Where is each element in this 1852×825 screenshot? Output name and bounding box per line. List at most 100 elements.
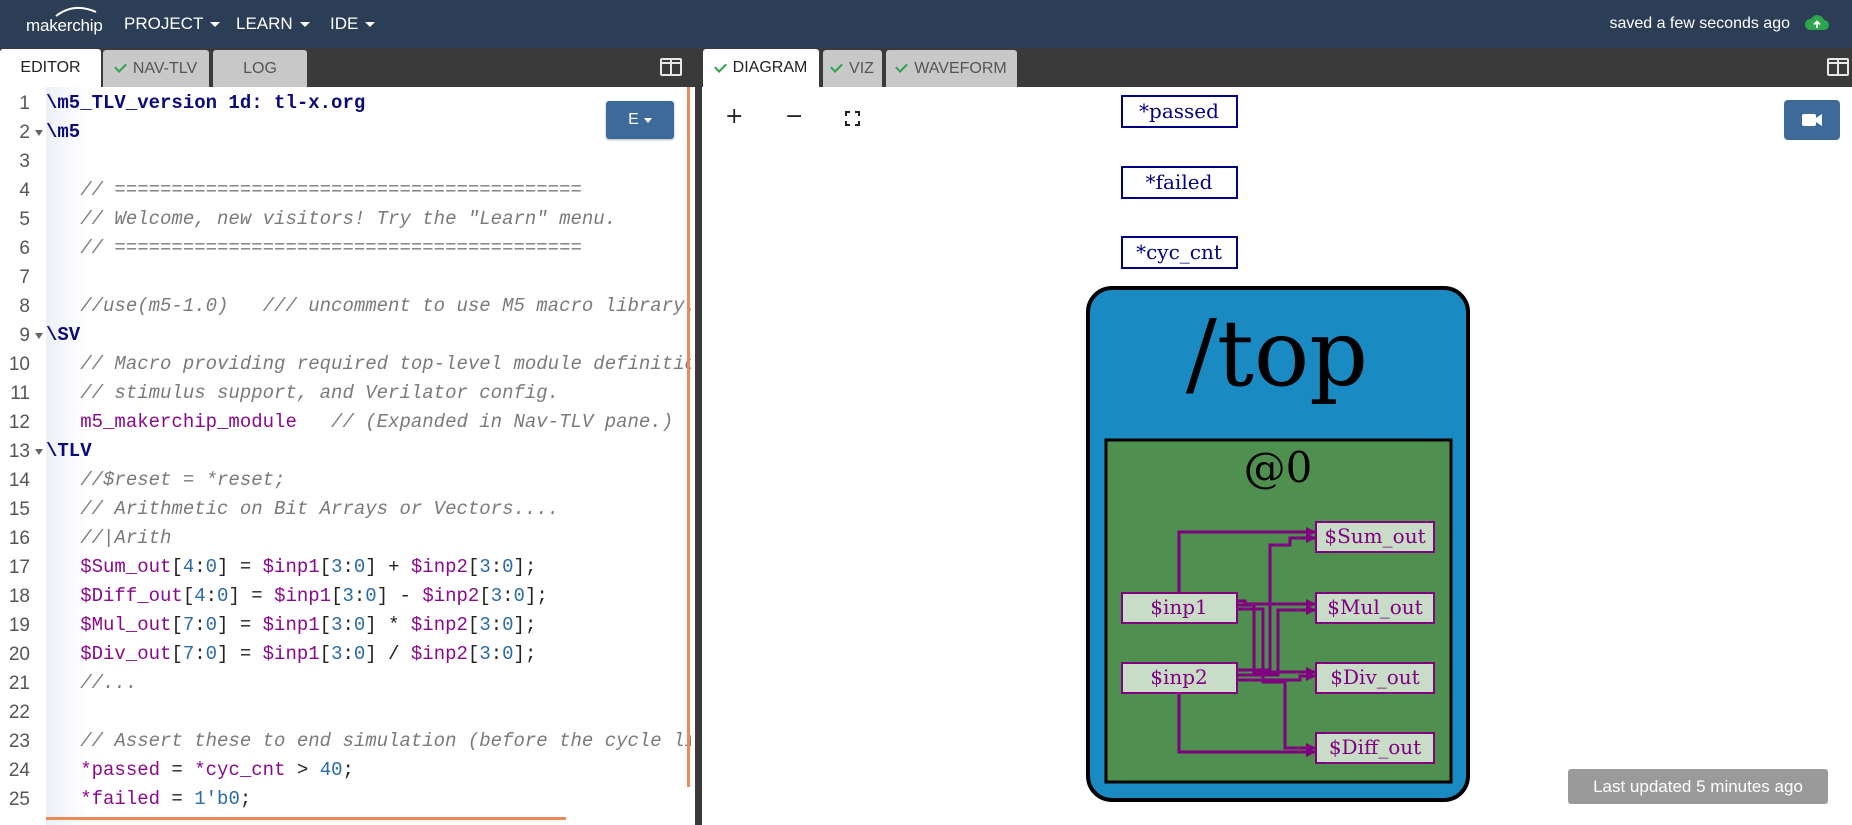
code-line[interactable]: //use(m5-1.0) /// uncomment to use M5 ma…: [46, 292, 691, 321]
code-line[interactable]: \TLV: [46, 437, 691, 466]
code-token: ] =: [217, 643, 263, 665]
line-number: 13: [8, 441, 30, 462]
check-icon: [713, 59, 727, 73]
code-token: *cyc_cnt: [194, 759, 286, 781]
tab-editor-label: EDITOR: [20, 59, 81, 76]
menu-ide-label: IDE: [330, 14, 359, 33]
line-number: 11: [10, 383, 30, 404]
code-token: 0: [353, 614, 366, 636]
code-token: ] -: [376, 585, 423, 607]
code-token: $inp2: [422, 585, 480, 607]
tab-nav-tlv[interactable]: NAV-TLV: [103, 50, 209, 87]
code-line[interactable]: m5_makerchip_module // (Expanded in Nav-…: [46, 408, 691, 437]
makerchip-logo[interactable]: makerchip: [26, 4, 103, 44]
code-token: //...: [46, 672, 138, 694]
code-line[interactable]: //|Arith: [46, 524, 691, 553]
last-updated-text: Last updated 5 minutes ago: [1593, 776, 1803, 796]
fold-arrow-icon[interactable]: [35, 333, 43, 339]
code-line[interactable]: [46, 147, 691, 176]
tab-log[interactable]: LOG: [213, 50, 307, 87]
code-line[interactable]: //$reset = *reset;: [46, 466, 691, 495]
editor-mode-button[interactable]: E: [606, 101, 674, 139]
tab-diagram-label: DIAGRAM: [732, 59, 808, 76]
code-token: $Diff_out: [46, 585, 183, 607]
code-token: 0: [513, 585, 525, 607]
code-line[interactable]: [46, 263, 691, 292]
code-token: 0: [365, 585, 377, 607]
code-line[interactable]: [46, 698, 691, 727]
code-line[interactable]: $Diff_out[4:0] = $inp1[3:0] - $inp2[3:0]…: [46, 582, 691, 611]
code-line[interactable]: $Sum_out[4:0] = $inp1[3:0] + $inp2[3:0];: [46, 553, 691, 582]
fold-arrow-icon[interactable]: [35, 130, 43, 136]
split-pane-icon[interactable]: [1827, 58, 1849, 76]
code-line[interactable]: // Arithmetic on Bit Arrays or Vectors..…: [46, 495, 691, 524]
code-token: // stimulus support, and Verilator confi…: [46, 382, 560, 404]
code-token: 3: [342, 585, 354, 607]
line-number: 12: [8, 412, 30, 433]
line-number: 10: [8, 354, 30, 375]
pane-divider[interactable]: [695, 48, 702, 825]
tab-editor[interactable]: EDITOR: [0, 49, 101, 87]
code-area[interactable]: \m5_TLV_version 1d: tl-x.org \m5 // =====…: [46, 87, 691, 825]
code-token: >: [285, 759, 320, 781]
record-video-button[interactable]: [1784, 100, 1840, 140]
split-pane-icon[interactable]: [660, 58, 682, 76]
line-number: 8: [19, 296, 30, 317]
check-icon: [895, 60, 909, 73]
code-token: ] =: [217, 614, 263, 636]
editor-edge-marker: [687, 87, 690, 787]
code-line[interactable]: //...: [46, 669, 691, 698]
code-line[interactable]: // Macro providing required top-level mo…: [46, 350, 691, 379]
code-token: :: [502, 585, 514, 607]
code-line[interactable]: $Div_out[7:0] = $inp1[3:0] / $inp2[3:0];: [46, 640, 691, 669]
code-line[interactable]: *failed = 1'b0;: [46, 785, 691, 814]
code-token: 0: [502, 643, 514, 665]
code-line[interactable]: *passed = *cyc_cnt > 40;: [46, 756, 691, 785]
code-token: \SV: [46, 324, 81, 346]
menu-learn[interactable]: LEARN: [236, 14, 310, 34]
code-token: [: [319, 614, 332, 636]
editor-bottom-marker: [46, 817, 566, 820]
code-editor[interactable]: 1 2 3 4 5 6 7 8 9 10 11 12 13 14 15 16 17 18 19 20 21 22 23 24 2…: [0, 87, 695, 825]
menu-ide[interactable]: IDE: [330, 14, 376, 34]
code-token: :: [490, 556, 503, 578]
code-line[interactable]: // =====================================…: [46, 234, 691, 263]
code-token: :: [342, 556, 354, 578]
code-token: 7: [182, 643, 195, 665]
code-token: 0: [502, 556, 514, 578]
line-number: 20: [8, 644, 30, 665]
fit-to-screen-icon[interactable]: [845, 111, 860, 126]
code-line[interactable]: \SV: [46, 321, 691, 350]
zoom-out-icon[interactable]: −: [785, 104, 803, 129]
code-token: ] /: [365, 643, 411, 665]
code-line[interactable]: // stimulus support, and Verilator confi…: [46, 379, 691, 408]
code-line[interactable]: \m5_TLV_version 1d: tl-x.org: [46, 89, 691, 118]
code-token: \m5: [46, 121, 81, 143]
line-number: 2: [19, 122, 30, 143]
code-token: //use(m5-1.0) /// uncomment to use M5 ma…: [46, 295, 691, 317]
code-token: ];: [513, 614, 537, 636]
code-token: 3: [331, 643, 343, 665]
menu-project[interactable]: PROJECT: [124, 14, 221, 34]
code-token: ] =: [217, 556, 263, 578]
tab-waveform[interactable]: WAVEFORM: [886, 50, 1017, 87]
code-token: \m5_TLV_version 1d: tl-x.org: [46, 92, 366, 114]
code-token: // Welcome, new visitors! Try the "Learn…: [46, 208, 617, 230]
chevron-down-icon: [210, 21, 221, 27]
cloud-upload-icon[interactable]: [1804, 12, 1830, 34]
code-token: [: [319, 643, 332, 665]
code-line[interactable]: \m5: [46, 118, 691, 147]
code-line[interactable]: // Assert these to end simulation (befor…: [46, 727, 691, 756]
line-number: 3: [19, 151, 30, 172]
line-number-gutter: 1 2 3 4 5 6 7 8 9 10 11 12 13 14 15 16 17 18 19 20 21 22 23 24 2…: [0, 87, 46, 825]
fold-arrow-icon[interactable]: [35, 449, 43, 455]
zoom-in-icon[interactable]: +: [725, 104, 743, 129]
code-line[interactable]: // Welcome, new visitors! Try the "Learn…: [46, 205, 691, 234]
code-token: [: [467, 643, 480, 665]
tab-diagram[interactable]: DIAGRAM: [703, 49, 819, 87]
code-line[interactable]: // =====================================…: [46, 176, 691, 205]
code-token: 0: [205, 614, 218, 636]
code-line[interactable]: $Mul_out[7:0] = $inp1[3:0] * $inp2[3:0];: [46, 611, 691, 640]
tab-viz[interactable]: VIZ: [823, 50, 882, 87]
code-token: 0: [353, 643, 366, 665]
